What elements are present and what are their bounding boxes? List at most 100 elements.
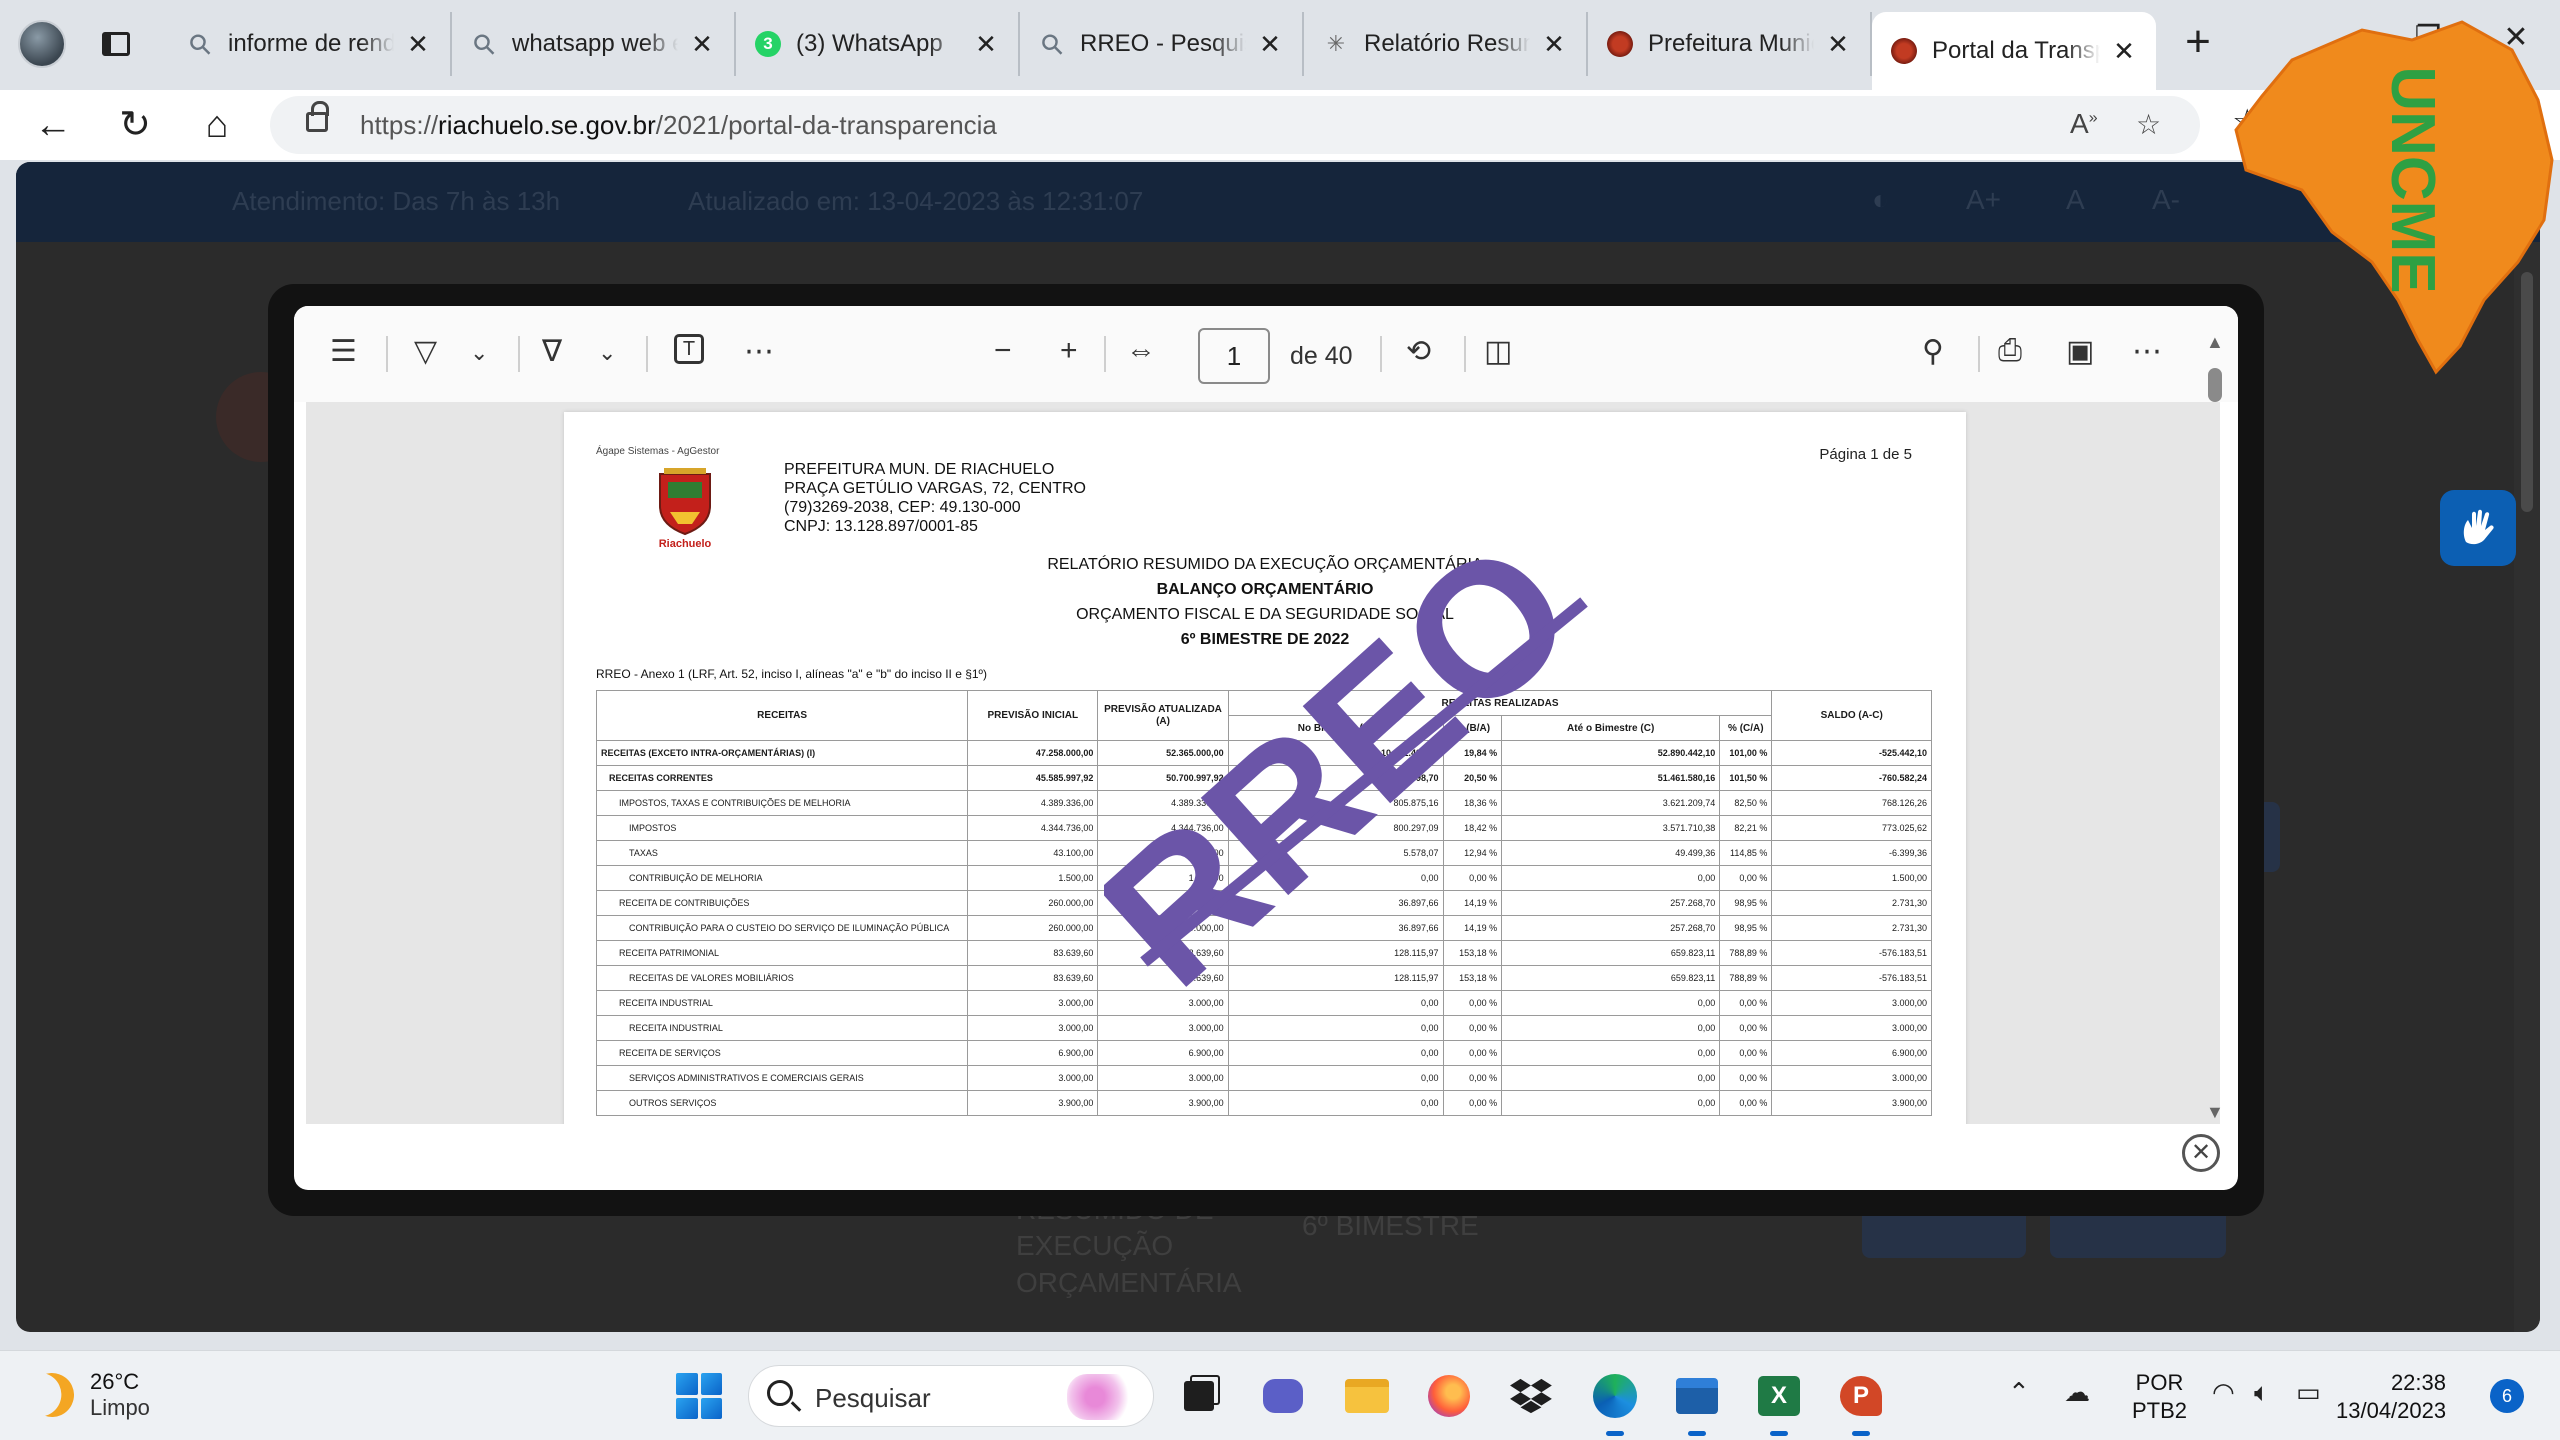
pct-ca-cell: 788,89 %: [1719, 965, 1773, 991]
home-button[interactable]: ⌂: [194, 102, 240, 148]
read-aloud-icon[interactable]: A»: [2070, 108, 2098, 140]
tab-portal-transparencia[interactable]: Portal da Transparência ✕: [1872, 12, 2156, 90]
saldo-cell: 1.500,00: [1771, 865, 1932, 891]
uncme-logo: UNCME: [2222, 0, 2560, 380]
tab-list: informe de rendimentos ✕ whatsapp web en…: [168, 12, 2156, 90]
teams-chat-icon[interactable]: [1256, 1369, 1310, 1423]
tab-relatorio[interactable]: ✳ Relatório Resumido ✕: [1304, 12, 1588, 76]
zoom-out-icon[interactable]: −: [994, 334, 1012, 368]
pct-ca-cell: 788,89 %: [1719, 940, 1773, 966]
draw-icon[interactable]: ∇: [542, 334, 562, 369]
saldo-cell: 3.000,00: [1771, 990, 1932, 1016]
search-icon[interactable]: ⚲: [1922, 334, 1944, 369]
tab-prefeitura[interactable]: Prefeitura Municipal ✕: [1588, 12, 1872, 76]
address-bar[interactable]: https://riachuelo.se.gov.br/2021/portal-…: [270, 96, 2200, 154]
show-hidden-icons[interactable]: ⌃: [2008, 1377, 2030, 1408]
contrast-icon[interactable]: ◐: [1872, 184, 1889, 216]
zoom-in-icon[interactable]: +: [1060, 334, 1078, 368]
dropbox-icon[interactable]: [1504, 1369, 1558, 1423]
file-explorer-icon[interactable]: [1340, 1369, 1394, 1423]
fit-width-icon[interactable]: ⇔: [1126, 334, 1156, 368]
more-options-icon[interactable]: ⋯: [2132, 334, 2162, 369]
save-icon[interactable]: ▣: [2066, 334, 2094, 369]
system-clock[interactable]: 22:38 13/04/2023: [2336, 1369, 2446, 1425]
pct-ba-cell: 0,00 %: [1442, 990, 1503, 1016]
header-previsao-inicial: PREVISÃO INICIAL: [967, 690, 1099, 741]
tab-whatsapp[interactable]: 3 (3) WhatsApp ✕: [736, 12, 1020, 76]
task-view-icon[interactable]: [1172, 1369, 1226, 1423]
report-title: RELATÓRIO RESUMIDO DA EXECUÇÃO ORÇAMENTÁ…: [1047, 556, 1483, 573]
more-tools-icon[interactable]: ⋯: [744, 334, 774, 369]
temperature: 26°C: [90, 1369, 140, 1394]
text-box-icon[interactable]: T: [674, 334, 704, 364]
add-favorite-icon[interactable]: ☆: [2136, 108, 2161, 141]
search-icon: [470, 30, 498, 58]
lock-icon[interactable]: [306, 101, 329, 132]
close-icon[interactable]: ✕: [688, 30, 716, 58]
table-row: RECEITA INDUSTRIAL 3.000,00 3.000,00 0,00 0,…: [595, 990, 1932, 1016]
row-label: RECEITA INDUSTRIAL: [595, 1015, 969, 1041]
powerpoint-icon[interactable]: P: [1834, 1369, 1888, 1436]
rotate-icon[interactable]: ⟲: [1406, 334, 1431, 369]
close-icon[interactable]: ✕: [1256, 30, 1284, 58]
battery-icon[interactable]: ▭: [2296, 1377, 2321, 1408]
volume-icon[interactable]: 🔈︎: [2254, 1377, 2270, 1409]
page-scrollbar[interactable]: [2514, 242, 2540, 1332]
previsao-inicial-cell: 6.900,00: [967, 1040, 1099, 1066]
tab-actions-icon[interactable]: [96, 24, 136, 64]
weather-widget[interactable]: 26°C Limpo: [30, 1369, 150, 1421]
pct-ca-cell: 98,95 %: [1719, 890, 1773, 916]
notification-badge[interactable]: 6: [2490, 1379, 2524, 1413]
wifi-icon[interactable]: ◠: [2212, 1377, 2235, 1408]
font-increase-icon[interactable]: A+: [1966, 184, 2001, 216]
tab-rreo-search[interactable]: RREO - Pesquisar ✕: [1020, 12, 1304, 76]
pdf-scrollbar[interactable]: ▲ ▼: [2200, 332, 2230, 1122]
modal-close-button[interactable]: ✕: [2182, 1134, 2220, 1172]
firefox-icon[interactable]: [1422, 1369, 1476, 1423]
tab-informe[interactable]: informe de rendimentos ✕: [168, 12, 452, 76]
chevron-down-icon[interactable]: ⌄: [598, 340, 616, 366]
saldo-cell: -525.442,10: [1771, 740, 1932, 766]
tab-whatsapp-search[interactable]: whatsapp web entrar ✕: [452, 12, 736, 76]
header-no-bimestre: No Bimestre (B): [1227, 715, 1444, 741]
office-hours: Atendimento: Das 7h às 13h: [232, 186, 561, 216]
edge-browser-icon[interactable]: [1588, 1369, 1642, 1436]
ate-bimestre-cell: 257.268,70: [1501, 915, 1721, 941]
refresh-button[interactable]: ↻: [112, 102, 158, 148]
close-icon[interactable]: ✕: [2110, 37, 2138, 65]
close-icon[interactable]: ✕: [1824, 30, 1852, 58]
start-button[interactable]: [676, 1373, 722, 1419]
font-decrease-icon[interactable]: A-: [2152, 184, 2180, 216]
no-bimestre-cell: 0,00: [1227, 1090, 1444, 1116]
close-icon[interactable]: ✕: [972, 30, 1000, 58]
onedrive-sync-icon[interactable]: ☁: [2064, 1377, 2090, 1408]
page-number-input[interactable]: 1: [1198, 328, 1270, 384]
close-icon[interactable]: ✕: [1540, 30, 1568, 58]
highlight-icon[interactable]: ▽: [414, 334, 437, 369]
row-label: RECEITAS DE VALORES MOBILIÁRIOS: [595, 965, 969, 991]
taskbar-search[interactable]: Pesquisar: [748, 1365, 1154, 1427]
excel-icon[interactable]: X: [1752, 1369, 1806, 1436]
pdf-document-area[interactable]: Ágape Sistemas - AgGestor Página 1 de 5 …: [306, 402, 2220, 1124]
pct-ba-cell: 0,00 %: [1442, 1040, 1503, 1066]
pct-ca-cell: 0,00 %: [1719, 865, 1773, 891]
profile-avatar[interactable]: [18, 20, 66, 68]
new-tab-button[interactable]: +: [2176, 20, 2220, 66]
tab-title: informe de rendimentos: [228, 30, 394, 57]
back-button[interactable]: ←: [30, 102, 76, 148]
language-indicator[interactable]: POR PTB2: [2132, 1369, 2187, 1425]
accessibility-button[interactable]: [2440, 490, 2516, 566]
contents-icon[interactable]: ☰: [330, 334, 357, 369]
url-text[interactable]: https://riachuelo.se.gov.br/2021/portal-…: [360, 110, 997, 141]
page-view-icon[interactable]: ◫: [1484, 334, 1512, 369]
moon-icon: [24, 1367, 80, 1423]
chevron-down-icon[interactable]: ⌄: [470, 340, 488, 366]
close-icon[interactable]: ✕: [404, 30, 432, 58]
print-icon[interactable]: ⎙: [1998, 334, 2022, 368]
pct-ba-cell: 0,00 %: [1442, 1015, 1503, 1041]
no-bimestre-cell: 0,00: [1227, 990, 1444, 1016]
font-normal-icon[interactable]: A: [2066, 184, 2085, 216]
mail-app-icon[interactable]: [1670, 1369, 1724, 1436]
table-row: RECEITAS DE VALORES MOBILIÁRIOS 83.639,60…: [595, 965, 1932, 991]
saldo-cell: 2.731,30: [1771, 915, 1932, 941]
